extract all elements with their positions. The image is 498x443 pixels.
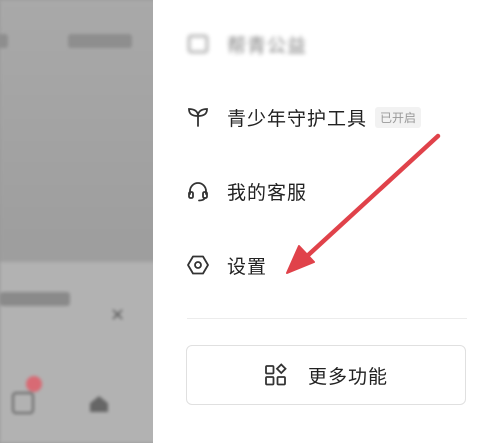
apps-grid-icon bbox=[264, 363, 288, 387]
menu-item-settings[interactable]: 设置 bbox=[185, 245, 267, 285]
sprout-icon bbox=[185, 104, 211, 130]
hexagon-gear-icon bbox=[185, 252, 211, 278]
divider bbox=[187, 318, 467, 319]
side-drawer: 帮青公益 青少年守护工具 已开启 我的客服 设置 更多功能 bbox=[153, 0, 498, 443]
status-badge: 已开启 bbox=[375, 106, 422, 128]
menu-item-charity[interactable]: 帮青公益 bbox=[185, 24, 307, 64]
more-features-button[interactable]: 更多功能 bbox=[186, 345, 466, 405]
more-features-label: 更多功能 bbox=[307, 365, 388, 388]
background-app: × bbox=[0, 0, 160, 443]
background-nav-icon bbox=[12, 392, 34, 414]
background-text bbox=[0, 292, 70, 306]
heart-box-icon bbox=[185, 31, 211, 57]
background-panel bbox=[0, 262, 160, 443]
headset-icon bbox=[185, 178, 211, 204]
background-tab bbox=[68, 34, 132, 48]
menu-item-youth-protection[interactable]: 青少年守护工具 已开启 bbox=[185, 97, 422, 137]
menu-item-customer-service[interactable]: 我的客服 bbox=[185, 171, 307, 211]
background-close-icon: × bbox=[110, 304, 126, 325]
menu-item-label: 青少年守护工具 bbox=[227, 107, 368, 130]
background-tab bbox=[0, 34, 8, 48]
menu-item-label: 设置 bbox=[227, 255, 268, 278]
menu-item-label: 我的客服 bbox=[227, 181, 308, 204]
background-notification-badge bbox=[26, 376, 42, 392]
menu-item-label: 帮青公益 bbox=[227, 34, 308, 57]
